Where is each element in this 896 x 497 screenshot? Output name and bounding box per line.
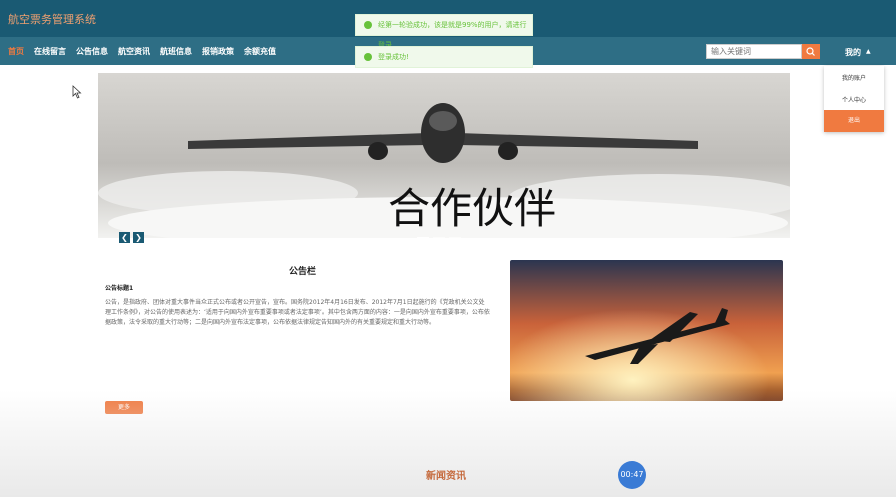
search-button[interactable] [802, 44, 820, 59]
chevron-up-icon: ▲ [866, 48, 871, 55]
nav-item-aviation-news[interactable]: 航空资讯 [118, 46, 150, 57]
carousel-next-button[interactable]: ❯ [133, 232, 144, 243]
toast-text: 登录成功! [378, 53, 409, 61]
toast-message: 登录成功! [355, 46, 533, 68]
carousel-prev-button[interactable]: ❮ [119, 232, 130, 243]
app-title: 航空票务管理系统 [8, 13, 96, 26]
success-icon [364, 53, 372, 61]
chevron-right-icon: ❯ [135, 233, 142, 242]
notice-body: 公告，是指政府、团体对重大事件当众正式公布或者公开宣告，宣布。国务院2012年4… [105, 299, 490, 326]
toast-message: 经第一轮验成功，该是就是99%的用户，请进行登录 [355, 14, 533, 49]
search-icon [806, 47, 815, 56]
nav-item-home[interactable]: 首页 [8, 46, 24, 57]
nav-item-reimbursement[interactable]: 报销政策 [202, 46, 234, 57]
search-input[interactable] [706, 44, 802, 59]
menu-item-profile[interactable]: 个人中心 [824, 95, 884, 104]
mouse-cursor [72, 84, 82, 103]
notice-item-title[interactable]: 公告标题1 [105, 283, 133, 292]
news-section-title: 新闻资讯 [426, 471, 466, 482]
more-button[interactable]: 更多 [105, 401, 143, 414]
banner-caption: 合作伙伴 [388, 184, 556, 233]
user-menu-toggle[interactable]: 我的 [845, 47, 861, 58]
nav-item-flights[interactable]: 航班信息 [160, 46, 192, 57]
chevron-left-icon: ❮ [121, 233, 128, 242]
carousel-dot[interactable] [417, 237, 429, 239]
sunset-airplane-image [510, 260, 783, 401]
banner-carousel[interactable]: 合作伙伴 [98, 73, 790, 238]
nav-item-messages[interactable]: 在线留言 [34, 46, 66, 57]
airplane-banner-image: 合作伙伴 [98, 73, 790, 238]
nav-item-notices[interactable]: 公告信息 [76, 46, 108, 57]
success-icon [364, 21, 372, 29]
carousel-dot[interactable] [433, 237, 445, 239]
user-dropdown: 我的账户 个人中心 退出 [824, 66, 884, 132]
logout-button[interactable]: 退出 [824, 110, 884, 132]
carousel-dot[interactable] [449, 237, 461, 239]
notice-section-title: 公告栏 [289, 267, 317, 277]
menu-item-my-account[interactable]: 我的账户 [824, 73, 884, 82]
carousel-indicators [417, 224, 465, 243]
timer-badge: 00:47 [618, 461, 646, 489]
nav-item-recharge[interactable]: 余额充值 [244, 46, 276, 57]
